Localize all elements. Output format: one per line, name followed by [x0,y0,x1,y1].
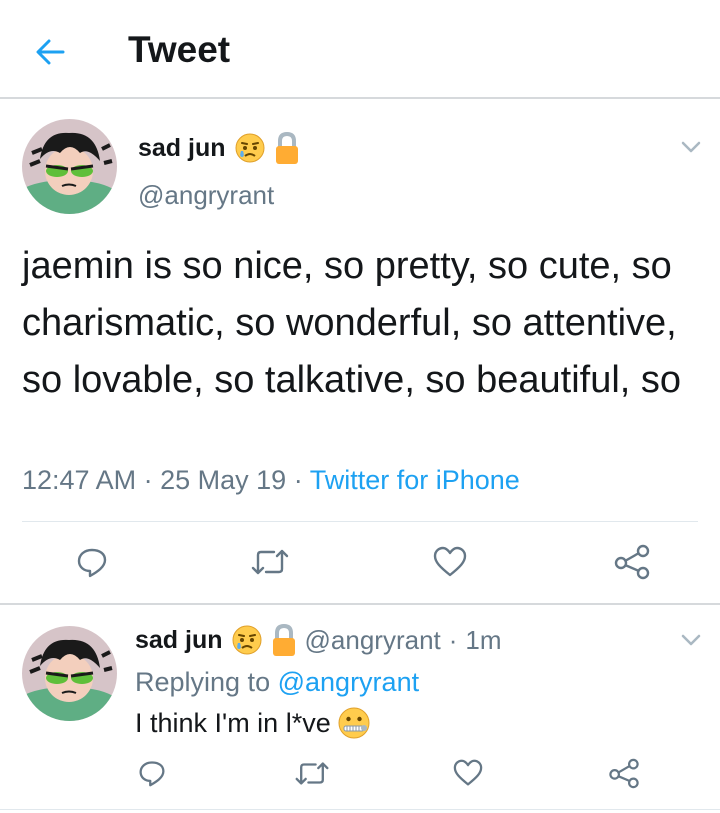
reply-avatar[interactable] [22,626,117,721]
like-icon [433,546,467,577]
meta-separator: · [143,465,153,495]
lock-emoji [272,623,295,656]
retweet-icon [251,549,289,575]
avatar-image [22,626,117,721]
share-icon [614,544,650,580]
author-handle[interactable]: @angryrant [138,180,274,211]
reply-button[interactable] [72,542,112,582]
share-button[interactable] [610,542,654,582]
tweet-text: jaemin is so nice, so pretty, so cute, s… [22,245,682,401]
divider [22,521,698,522]
lock-emoji [275,131,298,164]
like-button[interactable] [430,542,470,582]
top-bar: Tweet [0,0,720,99]
disappointed-relieved-face-emoji [235,133,265,163]
like-button[interactable] [450,755,486,791]
disappointed-relieved-face-emoji [232,625,262,655]
reply-age[interactable]: 1m [465,625,501,656]
tweet-meta: 12:47 AM · 25 May 19 · Twitter for iPhon… [22,465,520,496]
author-name[interactable]: sad jun [138,134,226,163]
meta-separator: · [448,624,458,655]
share-icon [609,758,639,788]
page-title: Tweet [128,29,231,70]
chevron-down-icon[interactable] [679,135,703,159]
reply-icon [139,761,165,787]
reply-author-name[interactable]: sad jun [135,626,223,655]
retweet-button[interactable] [248,542,292,582]
avatar-image [22,119,117,214]
tweet-date[interactable]: 25 May 19 [160,465,286,495]
reply-button[interactable] [134,755,170,791]
back-button[interactable] [28,30,72,74]
zipper-mouth-face-emoji [338,707,370,739]
divider [0,809,720,810]
retweet-button[interactable] [292,755,332,791]
avatar[interactable] [22,119,117,214]
reply-author-row: sad jun @angryrant · 1m [135,623,502,657]
replying-to: Replying to @angryrant [135,667,419,698]
chevron-down-icon[interactable] [679,628,703,652]
tweet-time[interactable]: 12:47 AM [22,465,136,495]
reply-icon [77,548,107,578]
reply-author-handle[interactable]: @angryrant [305,625,441,656]
section-divider [0,603,720,605]
replying-to-prefix: Replying to [135,667,271,697]
meta-separator: · [293,465,303,495]
back-arrow-icon [36,39,65,65]
reply-text: I think I'm in l*ve [135,707,331,738]
retweet-icon [295,761,329,785]
tweet-source-link[interactable]: Twitter for iPhone [310,465,520,495]
replying-to-link[interactable]: @angryrant [278,667,419,697]
like-icon [453,759,483,786]
author-row: sad jun [138,131,300,165]
share-button[interactable] [604,755,644,791]
reply-text-row: I think I'm in l*ve [135,706,371,740]
